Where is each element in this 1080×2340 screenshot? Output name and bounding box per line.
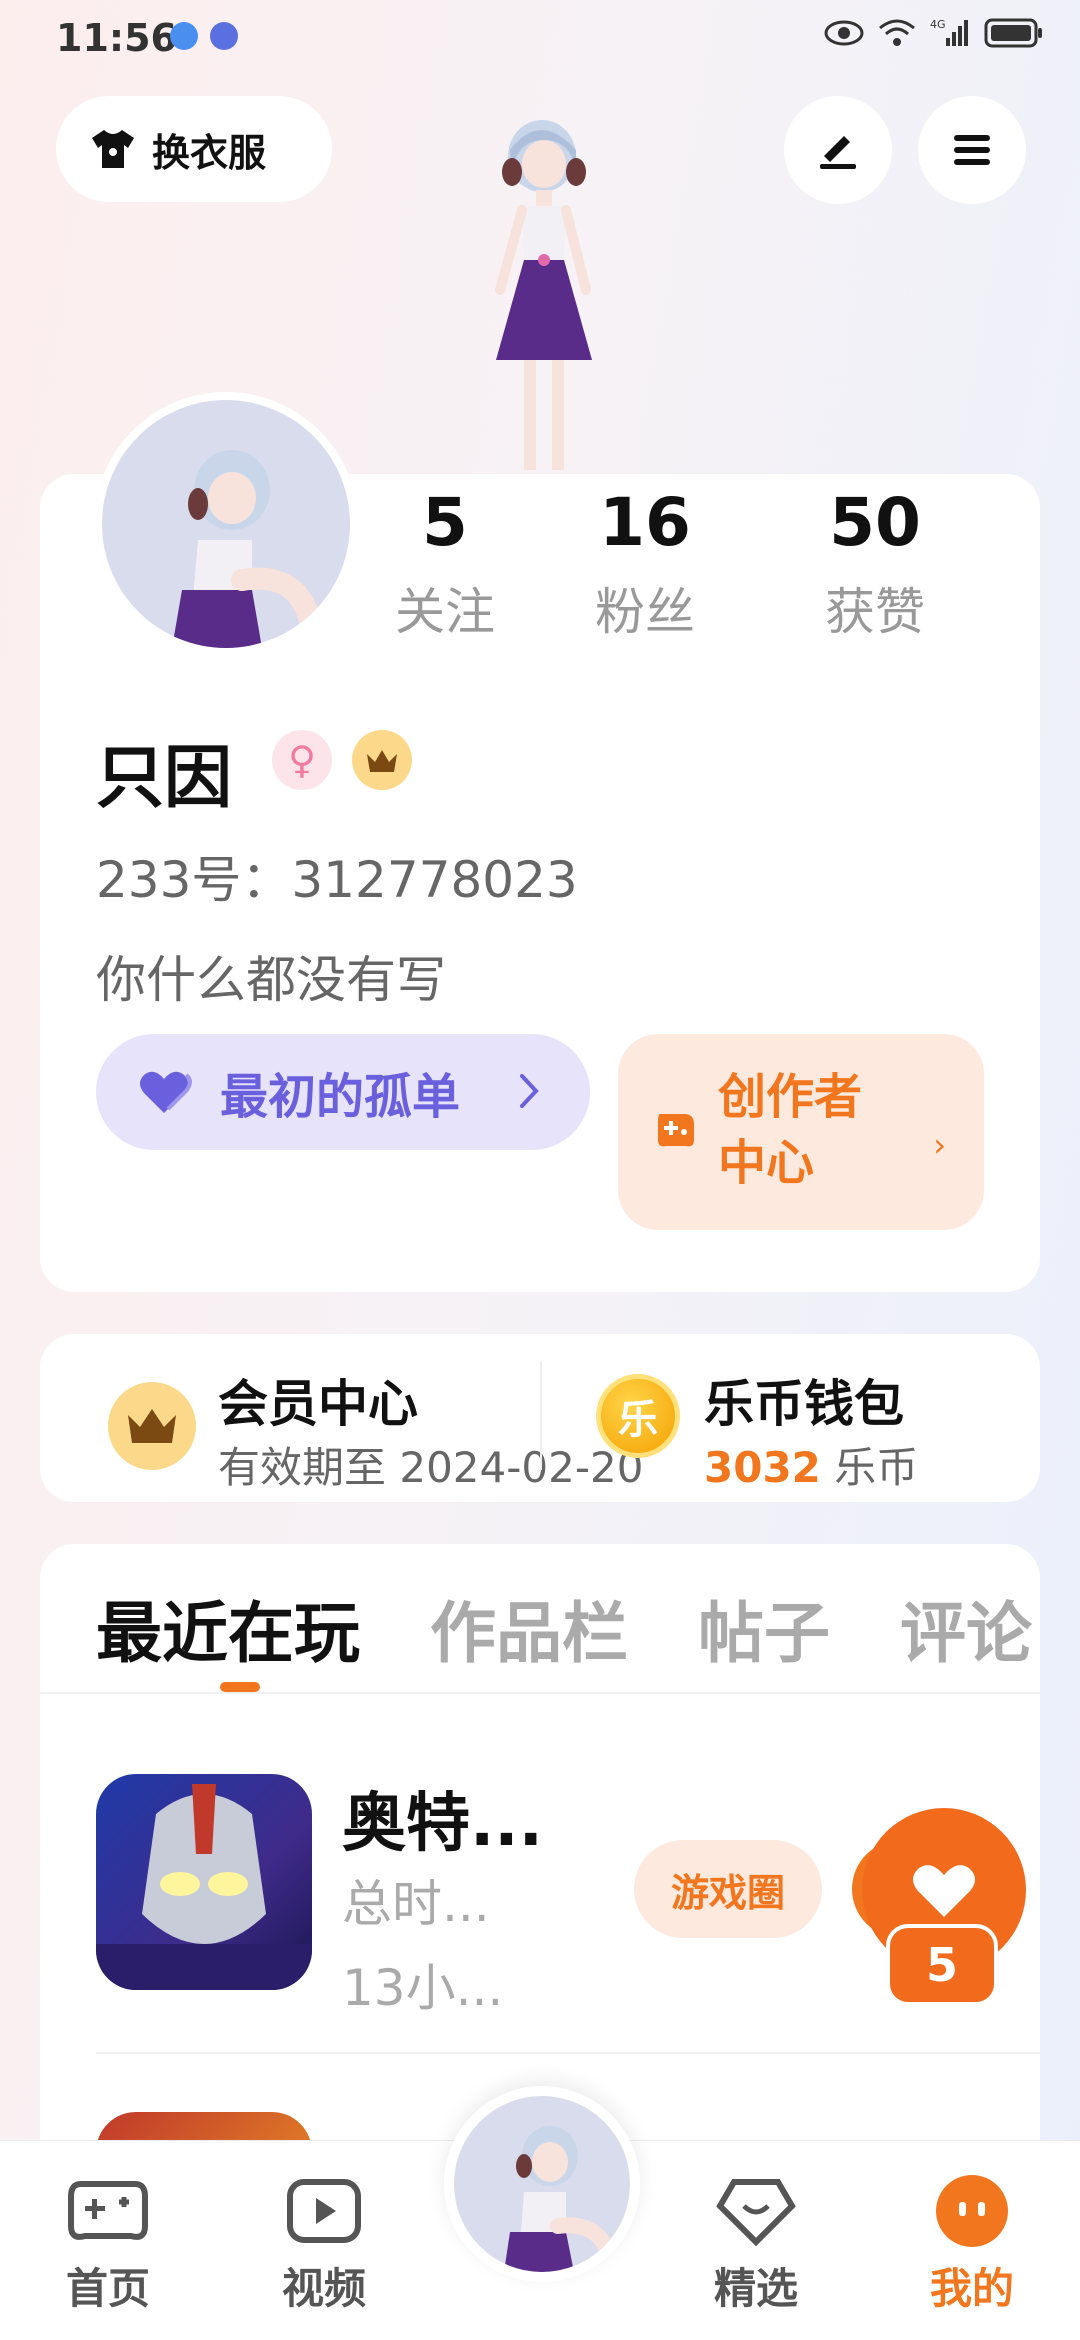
game-time-label: 总时...	[342, 1875, 490, 1933]
signal-icon: 4G	[930, 18, 968, 46]
nav-item-video[interactable]: 视频	[254, 2171, 394, 2316]
game-circle-button[interactable]: 游戏圈	[634, 1840, 822, 1938]
wallet-amount: 3032	[704, 1443, 821, 1492]
coin-icon: 乐	[596, 1374, 680, 1458]
status-bar: 11:56 4G	[0, 0, 1080, 80]
status-icons: 4G	[824, 18, 1044, 48]
pen-icon	[820, 136, 856, 169]
heart-icon	[140, 1071, 192, 1113]
like-count-badge: 5	[886, 1924, 998, 2006]
profile-stats: 5 关注 16 粉丝 50 获赞	[360, 478, 1000, 644]
chevron-right-icon	[520, 1074, 539, 1108]
game-name: 奥特...	[342, 1787, 543, 1861]
change-outfit-label: 换衣服	[152, 130, 267, 175]
menu-button[interactable]	[918, 96, 1026, 204]
game-icon[interactable]	[96, 1774, 312, 1990]
tab-recently-played[interactable]: 最近在玩	[96, 1580, 360, 1676]
chevron-right-icon: ›	[933, 1126, 946, 1164]
change-outfit-button[interactable]: 换衣服	[56, 96, 332, 202]
following-count: 5	[422, 484, 468, 561]
svg-text:4G: 4G	[930, 18, 946, 31]
tab-bar: 最近在玩 作品栏 帖子 评论	[96, 1580, 1032, 1676]
likes-count: 50	[829, 484, 921, 561]
battery-icon	[984, 18, 1042, 48]
nav-label-me: 我的	[929, 2264, 1014, 2313]
vip-center-title[interactable]: 会员中心	[218, 1364, 418, 1436]
nav-item-me[interactable]: 我的	[902, 2171, 1042, 2316]
eye-icon	[824, 20, 864, 46]
wallet-unit: 乐币	[820, 1443, 919, 1492]
creator-center-button[interactable]: 创作者中心 ›	[618, 1034, 984, 1230]
likes-stat[interactable]: 50 获赞	[760, 478, 990, 644]
tab-posts[interactable]: 帖子	[698, 1580, 830, 1676]
tab-indicator	[220, 1682, 260, 1692]
wallet-balance: 3032 乐币	[704, 1434, 918, 1495]
tab-divider	[40, 1692, 1040, 1694]
following-stat[interactable]: 5 关注	[360, 478, 530, 644]
nav-item-home[interactable]: 首页	[38, 2171, 178, 2316]
character-figure[interactable]	[420, 110, 660, 480]
wifi-icon	[879, 19, 915, 46]
nav-center-avatar[interactable]	[444, 2086, 640, 2282]
row-divider	[96, 2052, 1040, 2054]
video-icon	[287, 2179, 361, 2243]
following-label: 关注	[395, 583, 495, 641]
music-icon	[210, 22, 238, 50]
member-card: 会员中心 有效期至 2024-02-20 乐 乐币钱包 3032 乐币	[40, 1334, 1040, 1502]
nav-label-featured: 精选	[713, 2264, 798, 2313]
bio: 你什么都没有写	[96, 951, 446, 1009]
group-button[interactable]: 最初的孤单	[96, 1034, 590, 1150]
female-icon: ♀	[272, 730, 332, 790]
diamond-heart-icon	[716, 2179, 796, 2246]
notification-icon	[170, 22, 198, 50]
gamepad-icon	[68, 2181, 148, 2240]
creator-center-label: 创作者中心	[718, 1069, 863, 1191]
tab-comments[interactable]: 评论	[900, 1580, 1032, 1676]
crown-icon[interactable]	[352, 730, 412, 790]
followers-count: 16	[599, 484, 691, 561]
vip-expiry: 有效期至 2024-02-20	[218, 1443, 644, 1492]
tab-works[interactable]: 作品栏	[430, 1580, 628, 1676]
smiley-icon	[936, 2175, 1008, 2247]
gamepad-icon	[658, 1114, 694, 1147]
likes-label: 获赞	[825, 583, 925, 641]
followers-label: 粉丝	[595, 583, 695, 641]
hamburger-icon	[954, 135, 990, 165]
nav-label-video: 视频	[281, 2264, 366, 2313]
username: 只因	[96, 739, 233, 818]
avatar[interactable]	[94, 392, 358, 656]
status-time: 11:56	[56, 16, 177, 60]
vip-crown-icon	[108, 1382, 196, 1470]
nav-label-home: 首页	[65, 2264, 150, 2313]
tshirt-icon	[92, 130, 134, 168]
divider	[540, 1362, 542, 1470]
edit-button[interactable]	[784, 96, 892, 204]
followers-stat[interactable]: 16 粉丝	[530, 478, 760, 644]
heart-icon	[913, 1865, 975, 1917]
wallet-title[interactable]: 乐币钱包	[704, 1364, 904, 1436]
group-label: 最初的孤单	[220, 1069, 461, 1125]
nav-item-featured[interactable]: 精选	[686, 2171, 826, 2316]
user-id: 233号：312778023	[96, 851, 578, 909]
game-time: 13小...	[342, 1959, 504, 2017]
